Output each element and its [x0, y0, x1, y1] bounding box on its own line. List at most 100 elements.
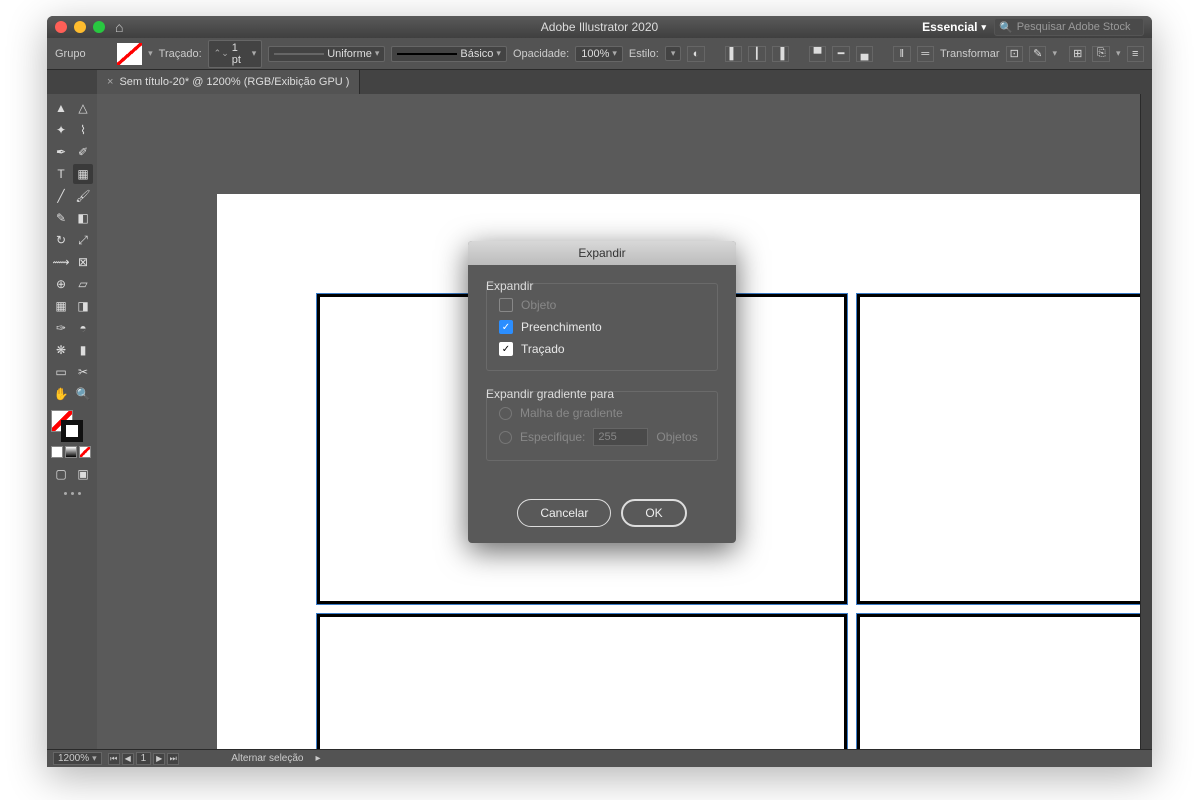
chevron-down-icon[interactable]: ▾ [148, 48, 153, 59]
first-page-icon[interactable]: ⏮ [108, 753, 120, 765]
pen-tool-icon[interactable]: ✒ [51, 142, 71, 162]
menu-icon[interactable]: ≡ [1127, 46, 1144, 62]
align-center-v-icon[interactable]: ━ [832, 46, 849, 62]
close-tab-icon[interactable]: × [107, 76, 113, 88]
checkbox-checked-icon[interactable]: ✓ [499, 342, 513, 356]
close-window-button[interactable] [55, 21, 67, 33]
next-page-icon[interactable]: ▶ [153, 753, 165, 765]
none-mode-icon[interactable] [79, 446, 91, 458]
transform-label[interactable]: Transformar [940, 48, 1000, 60]
align-center-h-icon[interactable]: ┃ [748, 46, 765, 62]
align-bottom-icon[interactable]: ▄ [856, 46, 873, 62]
checkbox-checked-icon[interactable]: ✓ [499, 320, 513, 334]
fill-swatch[interactable] [117, 43, 142, 65]
expand-dialog: Expandir Expandir Objeto ✓ Preenchimento… [468, 241, 736, 543]
draw-normal-icon[interactable]: ▢ [51, 464, 71, 484]
grid-cell [317, 614, 847, 749]
workspace-switcher[interactable]: Essencial ▾ [922, 20, 986, 34]
direct-selection-tool-icon[interactable]: △ [73, 98, 93, 118]
control-bar: Grupo ▾ Traçado: ⌃⌄ 1 pt ▾ Uniforme ▾ Bá… [47, 38, 1152, 70]
last-page-icon[interactable]: ⏭ [167, 753, 179, 765]
search-stock-field[interactable]: 🔍 Pesquisar Adobe Stock [994, 18, 1144, 36]
style-dropdown[interactable]: ▾ [665, 46, 682, 61]
free-transform-tool-icon[interactable]: ⊠ [73, 252, 93, 272]
selection-type-label: Grupo [55, 48, 86, 60]
cancel-button[interactable]: Cancelar [517, 499, 611, 527]
tab-label: Sem título-20* @ 1200% (RGB/Exibição GPU… [119, 76, 349, 88]
tracado-option[interactable]: ✓ Traçado [499, 338, 705, 360]
stroke-weight-field[interactable]: ⌃⌄ 1 pt ▾ [208, 40, 263, 68]
distribute-v-icon[interactable]: ═ [917, 46, 934, 62]
selection-tool-icon[interactable]: ▲ [51, 98, 71, 118]
tools-panel: ▲△ ✦⌇ ✒✐ T▦ ╱🖌 ✎◧ ↻⤢ ⟿⊠ ⊕▱ ▦◨ ✑◓ ❋▮ ▭✂ ✋… [47, 94, 97, 749]
lasso-tool-icon[interactable]: ⌇ [73, 120, 93, 140]
gradient-fieldset: Malha de gradiente Especifique: Objetos [486, 391, 718, 461]
ok-button[interactable]: OK [621, 499, 686, 527]
screen-mode-icon[interactable]: ▣ [73, 464, 93, 484]
eyedropper-tool-icon[interactable]: ✑ [51, 318, 71, 338]
column-graph-tool-icon[interactable]: ▮ [73, 340, 93, 360]
symbol-sprayer-tool-icon[interactable]: ❋ [51, 340, 71, 360]
page-field[interactable]: 1 [136, 752, 152, 765]
isolate-icon[interactable]: ⊡ [1006, 46, 1023, 62]
artboard-tool-icon[interactable]: ▭ [51, 362, 71, 382]
brush-dropdown[interactable]: Básico ▾ [391, 46, 507, 62]
expand-fieldset: Objeto ✓ Preenchimento ✓ Traçado [486, 283, 718, 371]
shape-builder-tool-icon[interactable]: ⊕ [51, 274, 71, 294]
mesh-tool-icon[interactable]: ▦ [51, 296, 71, 316]
opacity-field[interactable]: 100%▾ [575, 46, 623, 62]
edit-toolbar-icon[interactable] [51, 492, 93, 495]
align-right-icon[interactable]: ▐ [772, 46, 789, 62]
fill-stroke-control[interactable] [51, 410, 83, 442]
zoom-window-button[interactable] [93, 21, 105, 33]
scale-tool-icon[interactable]: ⤢ [73, 230, 93, 250]
objects-count-field [593, 428, 648, 446]
gradient-tool-icon[interactable]: ◨ [73, 296, 93, 316]
chevron-right-icon[interactable]: ▸ [316, 753, 321, 764]
zoom-tool-icon[interactable]: 🔍 [73, 384, 93, 404]
color-mode-icon[interactable] [51, 446, 63, 458]
shaper-tool-icon[interactable]: ✎ [51, 208, 71, 228]
home-icon[interactable]: ⌂ [115, 19, 123, 35]
magic-wand-tool-icon[interactable]: ✦ [51, 120, 71, 140]
artboard-pager: ⏮ ◀ 1 ▶ ⏭ [108, 752, 180, 765]
edit-icon[interactable]: ✎ [1029, 46, 1046, 62]
rectangle-tool-icon[interactable]: ▦ [73, 164, 93, 184]
perspective-tool-icon[interactable]: ▱ [73, 274, 93, 294]
gradient-mode-icon[interactable] [65, 446, 77, 458]
stroke-box[interactable] [61, 420, 83, 442]
status-hint: Alternar seleção [231, 753, 303, 764]
zoom-dropdown[interactable]: 1200% ▾ [53, 752, 102, 765]
stroke-label: Traçado: [159, 48, 202, 60]
grid-cell [857, 614, 1140, 749]
radio-icon [499, 407, 512, 420]
dialog-title: Expandir [468, 241, 736, 265]
paintbrush-tool-icon[interactable]: 🖌 [73, 186, 93, 206]
align-left-icon[interactable]: ▌ [725, 46, 742, 62]
eraser-tool-icon[interactable]: ◧ [73, 208, 93, 228]
line-tool-icon[interactable]: ╱ [51, 186, 71, 206]
objeto-option: Objeto [499, 294, 705, 316]
curvature-tool-icon[interactable]: ✐ [73, 142, 93, 162]
workspace-label: Essencial [922, 20, 977, 34]
type-tool-icon[interactable]: T [51, 164, 71, 184]
align-top-icon[interactable]: ▀ [809, 46, 826, 62]
grid-cell [857, 294, 1140, 604]
right-panel-collapsed[interactable] [1140, 94, 1152, 749]
minimize-window-button[interactable] [74, 21, 86, 33]
blend-tool-icon[interactable]: ◓ [73, 318, 93, 338]
malha-option: Malha de gradiente [499, 402, 705, 424]
slice-tool-icon[interactable]: ✂ [73, 362, 93, 382]
preenchimento-option[interactable]: ✓ Preenchimento [499, 316, 705, 338]
hand-tool-icon[interactable]: ✋ [51, 384, 71, 404]
radio-icon [499, 431, 512, 444]
document-tab[interactable]: × Sem título-20* @ 1200% (RGB/Exibição G… [97, 70, 360, 94]
preferences-icon[interactable]: ⎘ [1092, 46, 1109, 62]
rotate-tool-icon[interactable]: ↻ [51, 230, 71, 250]
distribute-h-icon[interactable]: ‖ [893, 46, 910, 62]
recolor-icon[interactable]: ◐ [687, 46, 704, 62]
prev-page-icon[interactable]: ◀ [122, 753, 134, 765]
width-tool-icon[interactable]: ⟿ [51, 252, 71, 272]
stroke-profile-dropdown[interactable]: Uniforme ▾ [268, 46, 385, 62]
arrange-icon[interactable]: ⊞ [1069, 46, 1086, 62]
